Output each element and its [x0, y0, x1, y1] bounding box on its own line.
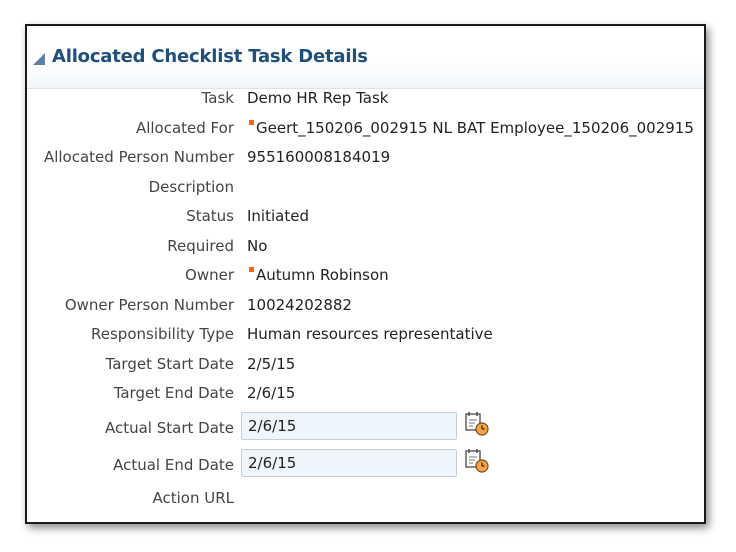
allocated-for-row: Allocated For Geert_150206_002915 NL BAT… — [27, 116, 706, 140]
owner-label: Owner — [185, 266, 234, 284]
description-row: Description — [27, 175, 706, 199]
orange-marker-icon — [249, 267, 254, 272]
required-row: Required No — [27, 234, 706, 258]
required-value: No — [247, 237, 268, 255]
calendar-clock-icon[interactable] — [464, 447, 490, 473]
allocated-person-number-label: Allocated Person Number — [43, 148, 234, 166]
panel-title: Allocated Checklist Task Details — [52, 46, 368, 67]
actual-end-date-row: Actual End Date — [27, 449, 706, 477]
target-end-date-row: Target End Date 2/6/15 — [27, 381, 706, 405]
task-row: Task Demo HR Rep Task — [27, 86, 706, 110]
actual-start-date-label: Actual Start Date — [104, 419, 234, 437]
description-label: Description — [148, 178, 234, 196]
target-start-date-value: 2/5/15 — [247, 355, 296, 373]
target-end-date-label: Target End Date — [113, 384, 234, 402]
status-row: Status Initiated — [27, 204, 706, 228]
allocated-person-number-row: Allocated Person Number 955160008184019 — [27, 145, 706, 169]
responsibility-type-value: Human resources representative — [247, 325, 493, 343]
task-value: Demo HR Rep Task — [247, 89, 389, 107]
panel-header: Allocated Checklist Task Details — [27, 26, 704, 89]
status-label: Status — [186, 207, 234, 225]
action-url-label: Action URL — [152, 489, 234, 507]
owner-value: Autumn Robinson — [256, 266, 389, 284]
task-label: Task — [201, 89, 234, 107]
target-start-date-label: Target Start Date — [105, 355, 234, 373]
allocated-for-label: Allocated For — [135, 119, 234, 137]
target-start-date-row: Target Start Date 2/5/15 — [27, 352, 706, 376]
orange-marker-icon — [249, 120, 254, 125]
actual-start-date-input[interactable] — [241, 412, 457, 440]
actual-start-date-row: Actual Start Date — [27, 412, 706, 440]
allocated-person-number-value: 955160008184019 — [247, 148, 391, 166]
owner-person-number-label: Owner Person Number — [64, 296, 234, 314]
task-details-panel: Allocated Checklist Task Details Task De… — [25, 24, 706, 524]
required-label: Required — [167, 237, 234, 255]
owner-row: Owner Autumn Robinson — [27, 263, 706, 287]
status-value: Initiated — [247, 207, 309, 225]
actual-end-date-label: Actual End Date — [113, 456, 234, 474]
actual-end-date-input[interactable] — [241, 449, 457, 477]
calendar-clock-icon[interactable] — [464, 410, 490, 436]
collapse-triangle-icon[interactable] — [33, 53, 45, 65]
owner-person-number-value: 10024202882 — [247, 296, 352, 314]
responsibility-type-row: Responsibility Type Human resources repr… — [27, 322, 706, 346]
target-end-date-value: 2/6/15 — [247, 384, 296, 402]
allocated-for-value: Geert_150206_002915 NL BAT Employee_1502… — [256, 119, 694, 137]
responsibility-type-label: Responsibility Type — [91, 325, 234, 343]
action-url-row: Action URL — [27, 486, 706, 510]
owner-person-number-row: Owner Person Number 10024202882 — [27, 293, 706, 317]
